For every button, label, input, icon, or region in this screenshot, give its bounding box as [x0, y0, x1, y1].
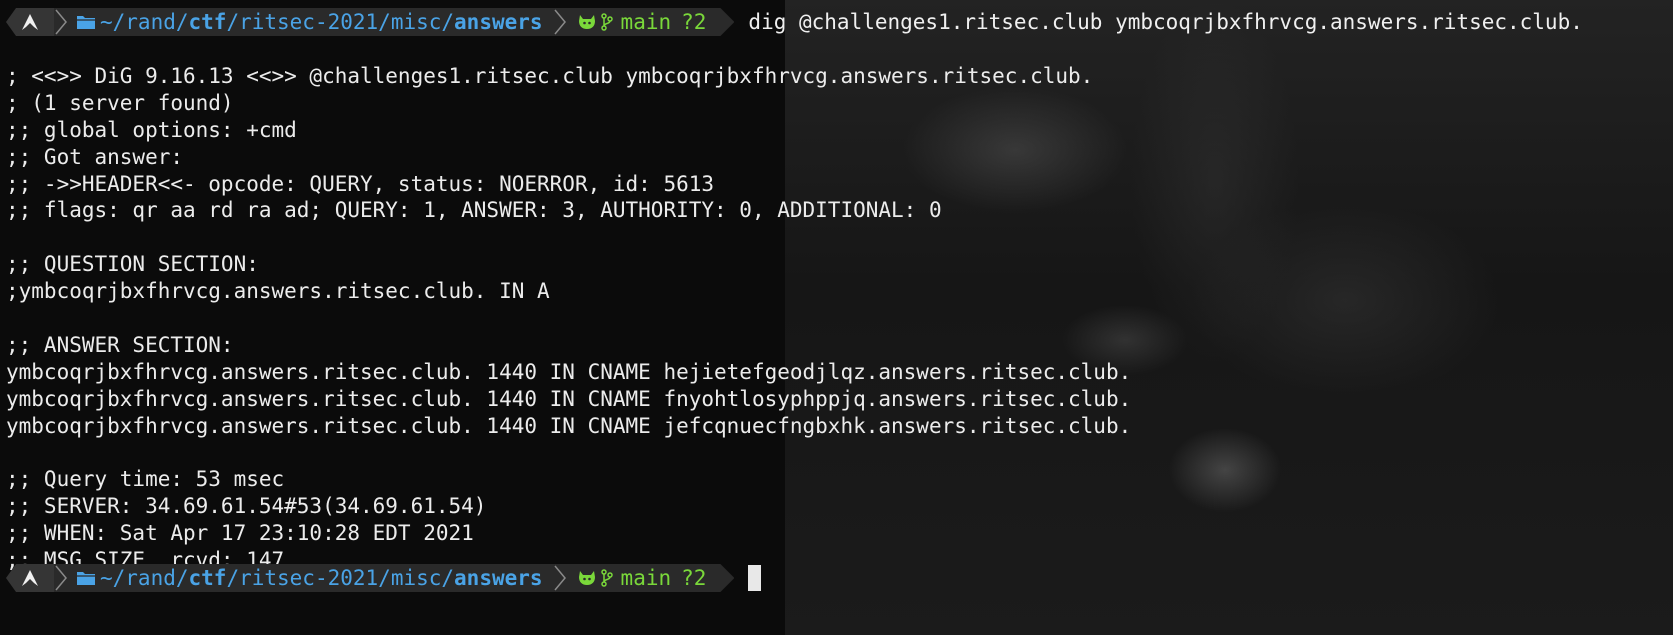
- folder-icon: [76, 570, 96, 586]
- output-line: ; (1 server found): [6, 90, 234, 115]
- output-line: ;; Query time: 53 msec: [6, 467, 285, 492]
- prompt-line-2: ~/rand/ctf/ritsec-2021/misc/answers main…: [6, 563, 762, 593]
- folder-icon: [76, 14, 96, 30]
- segment-separator: [54, 564, 68, 592]
- output-line: ;; SERVER: 34.69.61.54#53(34.69.61.54): [6, 494, 487, 519]
- output-line: ymbcoqrjbxfhrvcg.answers.ritsec.club. 14…: [6, 413, 1132, 438]
- output-line: ;ymbcoqrjbxfhrvcg.answers.ritsec.club. I…: [6, 279, 550, 304]
- path-ctf: ctf: [188, 565, 227, 590]
- path-segment: ~/rand/ctf/ritsec-2021/misc/answers: [68, 564, 553, 592]
- output-line: ;; ANSWER SECTION:: [6, 332, 234, 357]
- output-line: ymbcoqrjbxfhrvcg.answers.ritsec.club. 14…: [6, 386, 1132, 411]
- output-line: ;; global options: +cmd: [6, 117, 297, 142]
- arch-linux-icon: [21, 569, 39, 587]
- command-output: ; <<>> DiG 9.16.13 <<>> @challenges1.rit…: [6, 63, 1131, 574]
- terminal-window[interactable]: ~/rand/ctf/ritsec-2021/misc/answers main…: [0, 0, 1673, 635]
- path-current-dir: answers: [454, 9, 543, 34]
- path-current-dir: answers: [454, 565, 543, 590]
- output-line: ; <<>> DiG 9.16.13 <<>> @challenges1.rit…: [6, 64, 1094, 88]
- github-cat-icon: [577, 13, 597, 31]
- git-branch-name: main: [620, 9, 672, 34]
- segment-separator: [552, 564, 567, 592]
- path-middle: /ritsec-2021/misc/: [226, 9, 455, 34]
- segment-separator: [552, 8, 567, 36]
- git-branch-name: main: [620, 565, 672, 590]
- git-status: ?2: [681, 565, 707, 590]
- github-cat-icon: [577, 569, 597, 587]
- path-segment: ~/rand/ctf/ritsec-2021/misc/answers: [68, 8, 553, 36]
- output-line: ymbcoqrjbxfhrvcg.answers.ritsec.club. 14…: [6, 359, 1132, 384]
- command-text: dig @challenges1.ritsec.club ymbcoqrjbxf…: [748, 9, 1583, 34]
- prompt-line-1: ~/rand/ctf/ritsec-2021/misc/answers main…: [6, 7, 1583, 37]
- segment-separator: [54, 8, 68, 36]
- output-line: ;; QUESTION SECTION:: [6, 252, 259, 277]
- text-cursor[interactable]: [748, 565, 762, 591]
- arch-linux-icon: [21, 13, 39, 31]
- os-segment: [6, 564, 54, 592]
- os-segment: [6, 8, 54, 36]
- git-status: ?2: [681, 9, 707, 34]
- path-prefix: ~/rand/: [100, 565, 189, 590]
- output-line: ;; Got answer:: [6, 144, 184, 169]
- git-branch-icon: [601, 13, 613, 31]
- git-segment: main ?2: [567, 564, 735, 592]
- output-line: ;; flags: qr aa rd ra ad; QUERY: 1, ANSW…: [6, 198, 942, 223]
- path-prefix: ~/rand/: [100, 9, 189, 34]
- git-branch-icon: [601, 569, 613, 587]
- path-middle: /ritsec-2021/misc/: [226, 565, 455, 590]
- output-line: ;; WHEN: Sat Apr 17 23:10:28 EDT 2021: [6, 521, 474, 546]
- git-segment: main ?2: [567, 8, 735, 36]
- output-line: ;; ->>HEADER<<- opcode: QUERY, status: N…: [6, 171, 715, 196]
- path-ctf: ctf: [188, 9, 227, 34]
